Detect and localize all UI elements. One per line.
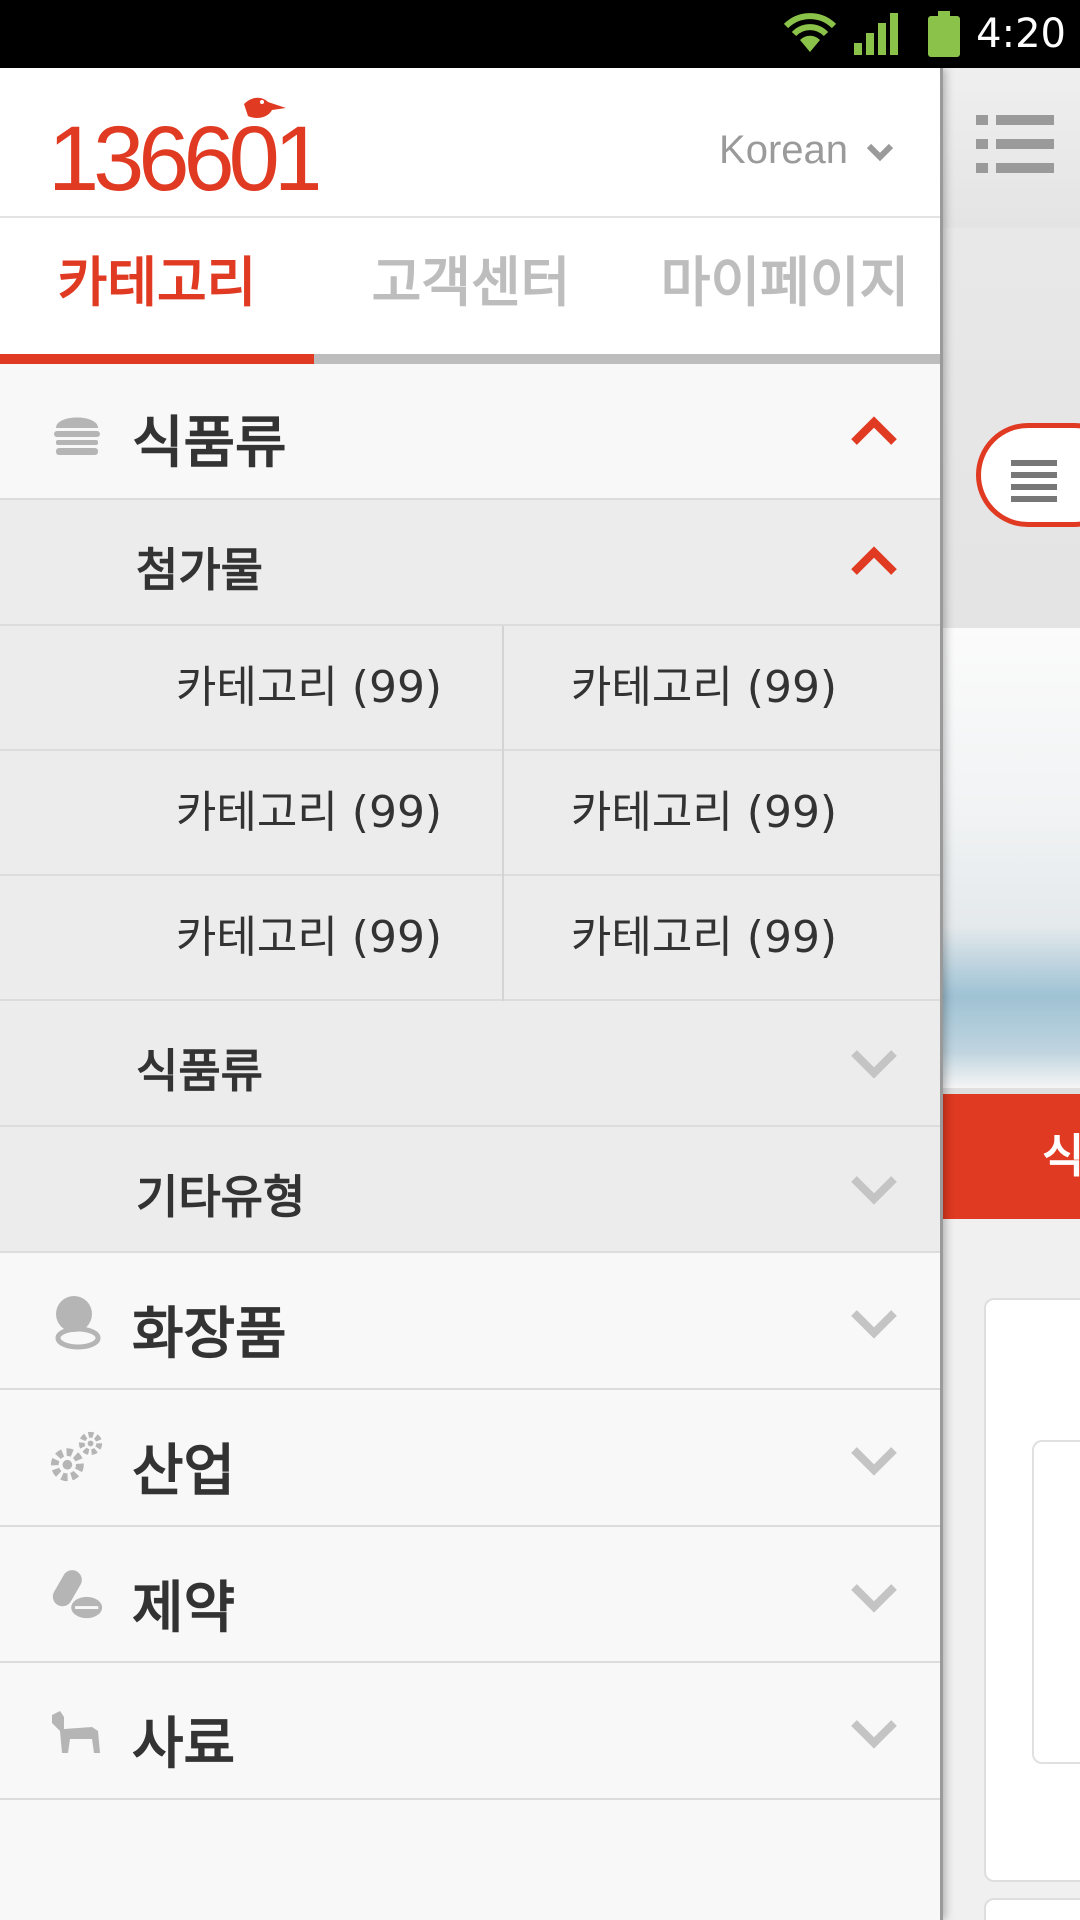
cosmetics-icon xyxy=(48,1293,106,1351)
menu-icon[interactable] xyxy=(976,113,1056,181)
background-app: 식 xyxy=(942,68,1080,1920)
category-label: 화장품 xyxy=(132,1302,287,1367)
dog-icon xyxy=(48,1703,106,1761)
category-grid-row: 카테고리 (99) 카테고리 (99) xyxy=(0,626,942,751)
product-photo xyxy=(942,628,1080,1088)
status-bar: 4:20 xyxy=(0,0,1080,68)
grid-divider xyxy=(502,876,504,1001)
chevron-up-icon xyxy=(850,538,898,586)
language-selector[interactable]: Korean xyxy=(719,128,894,173)
signal-icon xyxy=(852,0,900,68)
background-product-thumb xyxy=(1032,1440,1080,1764)
list-icon xyxy=(1011,458,1071,506)
chevron-down-icon xyxy=(850,1039,898,1087)
brand-logo[interactable]: 136601 xyxy=(48,88,327,210)
tab-category[interactable]: 카테고리 xyxy=(0,218,314,348)
category-item[interactable]: 카테고리 (99) xyxy=(504,876,904,999)
chevron-down-icon xyxy=(850,1436,898,1484)
background-card-2 xyxy=(984,1898,1080,1920)
subcategory-label: 첨가물 xyxy=(136,543,263,597)
grid-divider xyxy=(502,751,504,876)
category-cosmetics[interactable]: 화장품 xyxy=(0,1253,942,1390)
category-feed[interactable]: 사료 xyxy=(0,1663,942,1800)
category-grid-row: 카테고리 (99) 카테고리 (99) xyxy=(0,876,942,1001)
tab-customer-center[interactable]: 고객센터 xyxy=(314,218,628,348)
chevron-down-icon xyxy=(850,1165,898,1213)
tab-my-page[interactable]: 마이페이지 xyxy=(628,218,942,348)
language-label: Korean xyxy=(719,128,848,172)
subcategory-label: 기타유형 xyxy=(136,1170,306,1224)
battery-icon xyxy=(926,0,962,68)
chevron-down-icon xyxy=(850,1709,898,1757)
subcategory-additives[interactable]: 첨가물 xyxy=(0,500,942,626)
category-label: 산업 xyxy=(132,1439,236,1504)
gears-icon xyxy=(48,1428,106,1486)
background-category-label: 식 xyxy=(1042,1129,1080,1183)
logo-text: 136601 xyxy=(48,108,318,198)
category-label: 식품류 xyxy=(132,411,287,476)
wifi-icon xyxy=(780,0,840,68)
category-pharma[interactable]: 제약 xyxy=(0,1527,942,1663)
drawer-header: 136601 Korean xyxy=(0,68,942,218)
category-item[interactable]: 카테고리 (99) xyxy=(504,751,904,874)
pills-icon xyxy=(48,1565,106,1623)
clock: 4:20 xyxy=(976,11,1066,57)
subcategory-label: 식품류 xyxy=(136,1044,263,1098)
chevron-up-icon xyxy=(850,408,898,456)
chevron-down-icon xyxy=(850,1573,898,1621)
drawer-edge xyxy=(940,68,943,1920)
grid-divider xyxy=(502,626,504,751)
category-label: 사료 xyxy=(132,1712,236,1777)
background-header xyxy=(942,68,1080,228)
category-menu-button[interactable] xyxy=(976,423,1080,527)
background-category-bar: 식 xyxy=(942,1094,1080,1219)
subcategory-other[interactable]: 기타유형 xyxy=(0,1127,942,1253)
subcategory-food[interactable]: 식품류 xyxy=(0,1001,942,1127)
chevron-down-icon xyxy=(866,128,894,173)
navigation-drawer: 136601 Korean 카테고리 고객센터 마이페이지 식품류 첨가물 카테… xyxy=(0,68,942,1920)
category-grid-row: 카테고리 (99) 카테고리 (99) xyxy=(0,751,942,876)
burger-icon xyxy=(48,404,106,462)
tab-active-indicator xyxy=(0,354,314,364)
drawer-tabs: 카테고리 고객센터 마이페이지 xyxy=(0,218,942,356)
category-label: 제약 xyxy=(132,1576,236,1641)
category-food[interactable]: 식품류 xyxy=(0,364,942,500)
category-item[interactable]: 카테고리 (99) xyxy=(504,626,904,749)
chevron-down-icon xyxy=(850,1299,898,1347)
category-industry[interactable]: 산업 xyxy=(0,1390,942,1527)
